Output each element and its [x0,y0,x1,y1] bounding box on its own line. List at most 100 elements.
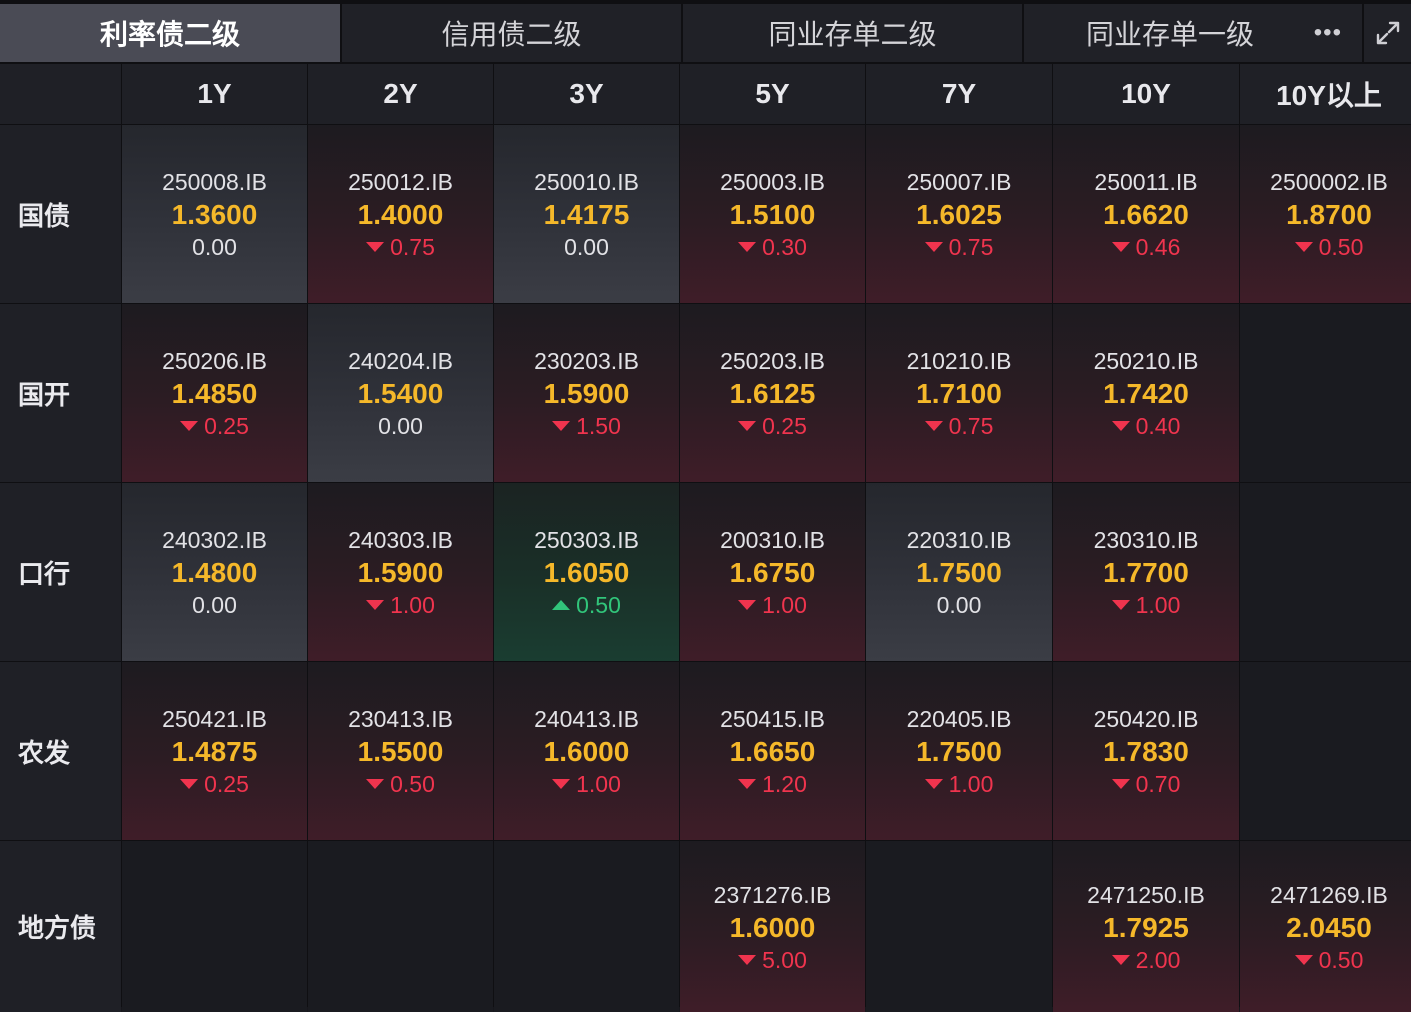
bond-cell[interactable]: 250008.IB 1.3600 0.00 [122,125,307,303]
bond-cell[interactable]: 250003.IB 1.5100 0.30 [680,125,865,303]
bond-cell[interactable]: 210210.IB 1.7100 0.75 [866,304,1052,482]
bond-change-value: 0.50 [1318,234,1364,260]
bond-code: 250007.IB [906,169,1012,195]
bond-code: 200310.IB [720,527,825,553]
bond-change: 0.50 [1294,945,1363,975]
bond-change-value: 0.75 [948,413,994,439]
row-label: 农发 [0,662,121,840]
bond-yield: 1.6125 [729,378,816,409]
bond-yield: 1.6650 [729,736,816,767]
arrow-down-icon [366,779,385,789]
bond-yield: 1.4175 [543,199,630,230]
bond-change-value: 1.00 [762,592,807,618]
bond-cell[interactable]: 220310.IB 1.7500 0.00 [866,483,1052,661]
bond-cell[interactable]: 2471269.IB 2.0450 0.50 [1240,841,1411,1012]
bond-change: 0.00 [192,590,237,620]
column-header: 1Y [122,64,307,124]
arrow-down-icon [738,600,757,610]
bond-change-value: 0.70 [1135,771,1181,797]
bond-change: 1.00 [924,769,994,799]
bond-change: 5.00 [738,945,807,975]
bond-cell[interactable]: 250210.IB 1.7420 0.40 [1053,304,1239,482]
yield-matrix: 1Y 2Y 3Y 5Y 7Y 10Y 10Y以上 国债 250008.IB 1.3600 0.00 2… [0,64,1411,1012]
row-label: 口行 [0,483,121,661]
empty-cell [1240,662,1411,840]
tab-label: 利率债二级 [99,19,240,50]
bond-change-value: 1.00 [948,771,994,797]
bond-cell[interactable]: 250415.IB 1.6650 1.20 [680,662,865,840]
bond-code: 240204.IB [348,348,453,374]
bond-code: 250420.IB [1093,706,1199,732]
bond-code: 2471269.IB [1270,881,1388,908]
bond-cell[interactable]: 2471250.IB 1.7925 2.00 [1053,841,1239,1012]
arrow-down-icon [738,954,757,965]
bond-code: 220405.IB [906,706,1012,732]
bond-cell[interactable]: 200310.IB 1.6750 1.00 [680,483,865,661]
column-header: 5Y [680,64,865,124]
empty-cell [308,841,493,1012]
bond-yield: 1.6620 [1103,199,1189,230]
bond-change-value: 0.00 [192,592,237,618]
bond-code: 2500002.IB [1270,169,1388,195]
bond-cell[interactable]: 250011.IB 1.6620 0.46 [1053,125,1239,303]
tab-ncd-secondary[interactable]: 同业存单二级 [683,4,1024,62]
bond-change: 0.25 [738,411,807,441]
bond-code: 250203.IB [720,348,825,374]
bond-cell[interactable]: 2500002.IB 1.8700 0.50 [1240,125,1411,303]
bond-code: 2471250.IB [1087,881,1205,908]
bond-change: 2.00 [1111,945,1180,975]
bond-yield: 1.3600 [171,199,258,230]
bond-cell[interactable]: 250420.IB 1.7830 0.70 [1053,662,1239,840]
expand-button[interactable] [1364,4,1411,62]
bond-change-value: 1.00 [576,771,621,797]
bond-change: 0.25 [180,769,249,799]
bond-change-value: 1.00 [1135,592,1181,618]
tab-rate-bond-secondary[interactable]: 利率债二级 [0,4,342,62]
bond-change: 1.00 [738,590,807,620]
bond-code: 250012.IB [348,169,453,195]
bond-cell[interactable]: 250012.IB 1.4000 0.75 [308,125,493,303]
bond-cell[interactable]: 250206.IB 1.4850 0.25 [122,304,307,482]
bond-code: 2371276.IB [713,881,832,908]
bond-cell[interactable]: 250203.IB 1.6125 0.25 [680,304,865,482]
arrow-down-icon [552,421,571,431]
bond-cell[interactable]: 230203.IB 1.5900 1.50 [494,304,679,482]
bond-cell[interactable]: 240303.IB 1.5900 1.00 [308,483,493,661]
row-label: 国开 [0,304,121,482]
bond-change-value: 0.40 [1135,413,1181,439]
bond-change: 0.75 [366,232,435,262]
arrow-down-icon [924,242,943,252]
bond-change-value: 1.20 [762,771,807,797]
bond-cell[interactable]: 240413.IB 1.6000 1.00 [494,662,679,840]
bond-cell[interactable]: 250421.IB 1.4875 0.25 [122,662,307,840]
bond-cell[interactable]: 250303.IB 1.6050 0.50 [494,483,679,661]
empty-cell [866,841,1052,1012]
arrow-down-icon [738,242,757,252]
bond-yield: 1.7420 [1103,378,1189,409]
bond-yield: 1.6000 [729,911,816,943]
bond-cell[interactable]: 240302.IB 1.4800 0.00 [122,483,307,661]
arrow-down-icon [366,600,385,610]
bond-cell[interactable]: 230413.IB 1.5500 0.50 [308,662,493,840]
bond-cell[interactable]: 250010.IB 1.4175 0.00 [494,125,679,303]
tab-ncd-primary[interactable]: 同业存单一级 ••• [1024,4,1364,62]
bond-cell[interactable]: 220405.IB 1.7500 1.00 [866,662,1052,840]
bond-yield: 1.6050 [543,557,630,588]
bond-code: 240413.IB [534,706,639,732]
bond-cell[interactable]: 2371276.IB 1.6000 5.00 [680,841,865,1012]
tab-credit-bond-secondary[interactable]: 信用债二级 [342,4,683,62]
bond-change: 1.20 [738,769,807,799]
column-header: 7Y [866,64,1052,124]
bond-code: 210210.IB [906,348,1012,374]
bond-code: 250206.IB [162,348,267,374]
more-icon[interactable]: ••• [1314,19,1342,47]
bond-yield: 1.7100 [916,378,1002,409]
bond-code: 250421.IB [162,706,267,732]
bond-cell[interactable]: 240204.IB 1.5400 0.00 [308,304,493,482]
bond-change: 1.00 [1111,590,1181,620]
arrow-down-icon [552,779,571,789]
bond-cell[interactable]: 250007.IB 1.6025 0.75 [866,125,1052,303]
tab-label: 信用债二级 [441,19,582,50]
bond-cell[interactable]: 230310.IB 1.7700 1.00 [1053,483,1239,661]
bond-code: 250010.IB [534,169,639,195]
